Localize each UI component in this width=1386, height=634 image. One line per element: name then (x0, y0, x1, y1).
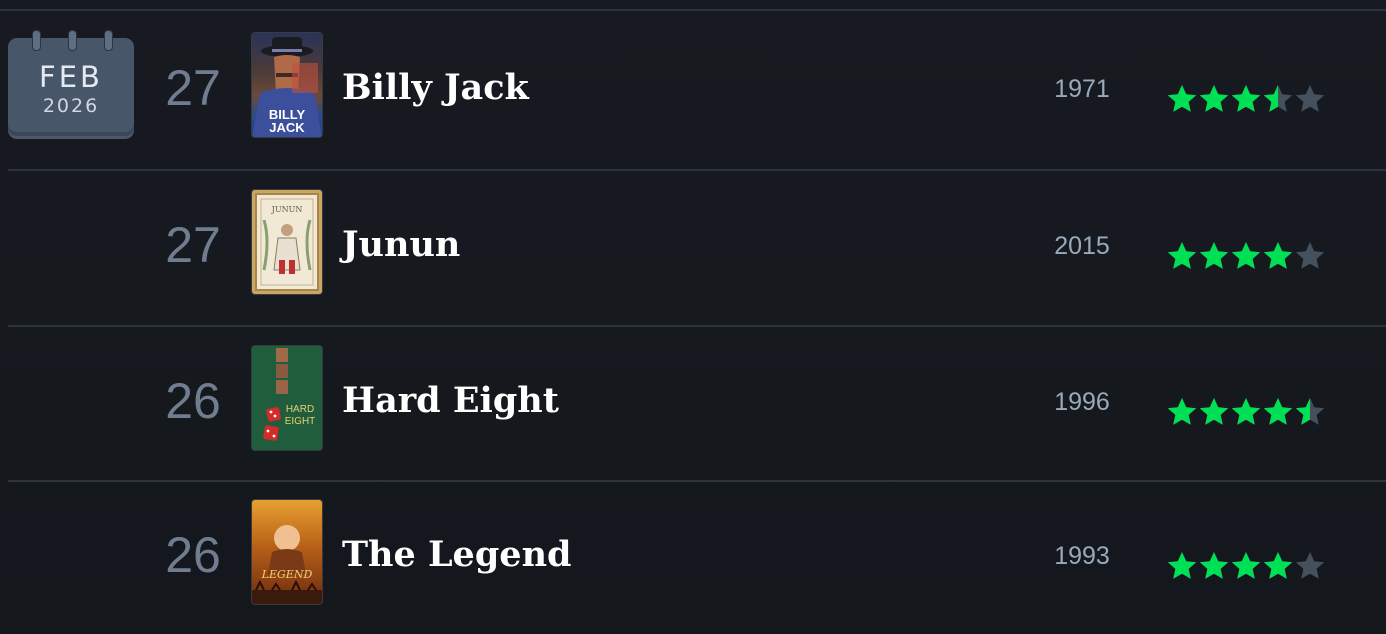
poster-text: LEGEND (261, 568, 313, 581)
hard-eight-poster[interactable]: HARD EIGHT (252, 346, 322, 450)
star-filled-icon (1263, 242, 1293, 269)
film-title[interactable]: Junun (342, 224, 460, 266)
star-filled-icon (1167, 552, 1197, 579)
star-filled-icon (1199, 398, 1229, 425)
star-rating (1166, 396, 1326, 430)
star-filled-icon (1199, 552, 1229, 579)
film-year[interactable]: 2015 (1040, 232, 1124, 261)
star-filled-icon (1231, 398, 1261, 425)
diary-row: 26 LEGEND The Legend 1993 (0, 478, 1386, 634)
star-filled-icon (1231, 242, 1261, 269)
star-filled-icon (1167, 242, 1197, 269)
star-filled-icon (1167, 398, 1197, 425)
star-filled-icon (1231, 552, 1261, 579)
calendar-month-badge[interactable]: FEB 2026 (8, 30, 134, 139)
star-filled-icon (1167, 85, 1197, 112)
star-filled-icon (1199, 85, 1229, 112)
billy-jack-poster[interactable]: BILLY JACK (252, 33, 322, 137)
diary-day[interactable]: 26 (150, 530, 236, 580)
star-rating (1166, 550, 1326, 584)
film-title[interactable]: Billy Jack (342, 67, 529, 109)
diary-day[interactable]: 26 (150, 376, 236, 426)
the-legend-poster[interactable]: LEGEND (252, 500, 322, 604)
poster-text: JACK (269, 120, 305, 135)
film-title[interactable]: The Legend (342, 534, 571, 576)
diary-day[interactable]: 27 (150, 220, 236, 270)
star-empty-icon (1295, 552, 1325, 579)
calendar-icon: FEB 2026 (8, 30, 134, 132)
star-rating (1166, 83, 1326, 117)
poster-text: JUNUN (271, 205, 303, 214)
star-half-icon (1263, 85, 1293, 112)
film-year[interactable]: 1971 (1040, 75, 1124, 104)
film-year[interactable]: 1996 (1040, 388, 1124, 417)
calendar-year: 2026 (42, 95, 100, 117)
junun-poster[interactable]: JUNUN (252, 190, 322, 294)
poster-text: EIGHT (285, 416, 316, 427)
diary-day[interactable]: 27 (150, 63, 236, 113)
star-half-icon (1295, 398, 1325, 425)
film-year[interactable]: 1993 (1040, 542, 1124, 571)
poster-text: HARD (286, 404, 314, 415)
diary-row: FEB 2026 27 BILLY JACK Billy Jack 1971 (0, 11, 1386, 167)
star-empty-icon (1295, 85, 1325, 112)
star-empty-icon (1295, 242, 1325, 269)
diary-row: 27 JUNUN Junun 2015 (0, 168, 1386, 324)
star-filled-icon (1199, 242, 1229, 269)
star-rating (1166, 240, 1326, 274)
star-filled-icon (1263, 398, 1293, 425)
star-filled-icon (1231, 85, 1261, 112)
film-title[interactable]: Hard Eight (342, 380, 559, 422)
diary-row: 26 HARD EIGHT Hard Eight 1996 (0, 324, 1386, 480)
star-filled-icon (1263, 552, 1293, 579)
calendar-month: FEB (39, 60, 103, 94)
